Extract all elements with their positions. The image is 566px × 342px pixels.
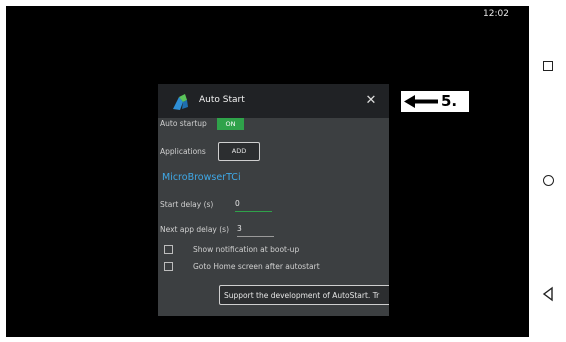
show-notification-checkbox[interactable]: [164, 245, 173, 254]
app-list-item[interactable]: MicroBrowserTCi: [162, 172, 241, 183]
status-bar: 12:02: [6, 6, 529, 28]
navigation-bar: [529, 6, 566, 337]
recents-button[interactable]: [539, 57, 557, 75]
show-notification-label: Show notification at boot-up: [193, 245, 300, 254]
next-app-delay-label: Next app delay (s): [160, 225, 229, 234]
callout-annotation: 5.: [401, 91, 469, 112]
goto-home-label: Goto Home screen after autostart: [193, 262, 320, 271]
support-development-button[interactable]: Support the development of AutoStart. Tr: [219, 285, 389, 305]
left-arrow-icon: [404, 95, 438, 108]
goto-home-checkbox[interactable]: [164, 262, 173, 271]
next-app-delay-input[interactable]: 3: [237, 222, 274, 237]
autostart-dialog: Auto Start ✕ Auto startup ON Application…: [158, 84, 389, 316]
auto-startup-label: Auto startup: [160, 119, 207, 128]
home-button[interactable]: [539, 171, 557, 189]
dialog-header: Auto Start ✕: [158, 84, 389, 118]
start-delay-input[interactable]: 0: [235, 197, 272, 212]
add-application-button[interactable]: ADD: [218, 142, 260, 161]
applications-label: Applications: [160, 147, 206, 156]
auto-startup-toggle[interactable]: ON: [217, 118, 244, 130]
triangle-back-icon: [542, 286, 553, 302]
close-icon[interactable]: ✕: [363, 93, 379, 109]
autostart-app-icon: [173, 94, 188, 110]
square-recents-icon: [543, 61, 553, 71]
callout-number: 5.: [441, 92, 458, 110]
dialog-title: Auto Start: [199, 95, 245, 105]
start-delay-label: Start delay (s): [160, 200, 214, 209]
circle-home-icon: [542, 174, 554, 186]
back-button[interactable]: [539, 285, 557, 303]
